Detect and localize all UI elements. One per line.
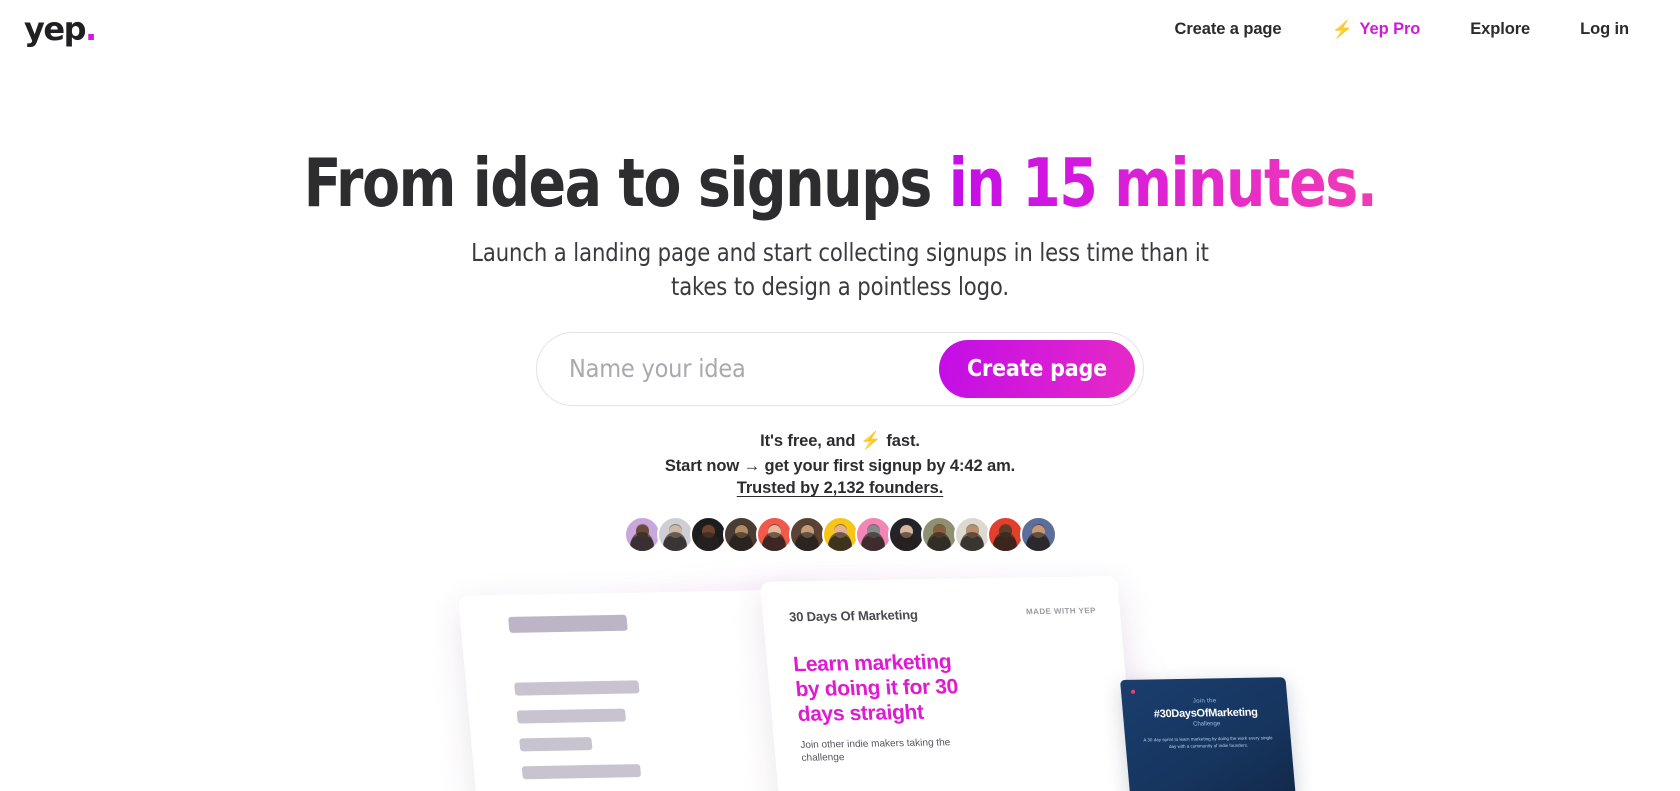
avatar-face	[1031, 525, 1045, 539]
hero-subheadline: Launch a landing page and start collecti…	[471, 238, 1209, 302]
create-page-form: Create page	[536, 331, 1144, 406]
challenge-card-mockup: Join the #30DaysOfMarketing Challenge A …	[1120, 677, 1296, 791]
avatar-founder-5	[755, 516, 793, 554]
avatar-face	[965, 525, 979, 539]
avatar-founder-12	[986, 516, 1024, 554]
skeleton-bar	[508, 614, 628, 633]
avatar-face	[701, 525, 715, 539]
avatar-body	[993, 535, 1017, 552]
avatar-body	[894, 535, 918, 552]
nav-yep-pro-label: Yep Pro	[1359, 19, 1421, 38]
nav-log-in[interactable]: Log in	[1555, 14, 1654, 45]
avatar-face	[734, 525, 748, 539]
lightning-bolt-icon: ⚡	[1331, 19, 1353, 39]
avatar-body	[729, 535, 753, 552]
site-header: yep. Create a page ⚡ Yep Pro Explore Log…	[0, 0, 1680, 58]
avatar-body	[1026, 535, 1050, 552]
avatar-face	[932, 525, 946, 539]
avatar-body	[696, 535, 720, 552]
avatar-founder-1	[623, 516, 661, 554]
avatar-body	[795, 535, 819, 552]
brand-logo-text: yep	[24, 10, 86, 48]
create-page-button[interactable]: Create page	[939, 339, 1135, 398]
skeleton-bar	[516, 708, 627, 724]
avatar-body	[630, 535, 654, 552]
headline-accent: in 15 minutes.	[948, 144, 1378, 222]
avatar-face	[998, 525, 1012, 539]
landing-page: yep. Create a page ⚡ Yep Pro Explore Log…	[0, 0, 1680, 791]
avatar-body	[828, 535, 852, 552]
avatar-founder-13	[1019, 516, 1057, 554]
idea-name-input[interactable]	[567, 342, 940, 395]
founder-avatar-row	[0, 516, 1680, 554]
skeleton-bar	[519, 737, 593, 752]
skeleton-bar	[514, 680, 640, 696]
mockup-subheadline: Join other indie makers taking the chall…	[799, 736, 951, 764]
avatar-face	[668, 525, 682, 539]
brand-logo[interactable]: yep.	[24, 10, 97, 48]
avatar-body	[861, 535, 885, 552]
trusted-by-founders-link[interactable]: Trusted by 2,132 founders.	[737, 479, 944, 497]
page-title: From idea to signups in 15 minutes.	[67, 58, 1613, 218]
avatar-face	[866, 525, 880, 539]
accent-dot-icon	[1130, 689, 1136, 694]
avatar-founder-11	[953, 516, 991, 554]
headline-plain: From idea to signups	[303, 144, 949, 222]
main-navigation: Create a page ⚡ Yep Pro Explore Log in	[1150, 14, 1654, 45]
challenge-body: A 30 day sprint to learn marketing by do…	[1143, 735, 1273, 749]
avatar-face	[833, 525, 847, 539]
avatar-founder-4	[722, 516, 760, 554]
avatar-founder-9	[887, 516, 925, 554]
avatar-body	[960, 535, 984, 552]
nav-create-a-page[interactable]: Create a page	[1150, 14, 1307, 45]
avatar-founder-10	[920, 516, 958, 554]
made-with-yep-badge: MADE WITH YEP	[1025, 606, 1097, 617]
brand-logo-dot: .	[84, 10, 97, 48]
avatar-face	[899, 525, 913, 539]
avatar-founder-7	[821, 516, 859, 554]
avatar-body	[663, 535, 687, 552]
trusted-by-wrapper: Trusted by 2,132 founders.	[0, 479, 1680, 498]
nav-yep-pro[interactable]: ⚡ Yep Pro	[1306, 14, 1445, 45]
avatar-founder-3	[689, 516, 727, 554]
avatar-founder-6	[788, 516, 826, 554]
avatar-face	[635, 525, 649, 539]
hero-section: From idea to signups in 15 minutes. Laun…	[0, 58, 1680, 554]
avatar-founder-2	[656, 516, 694, 554]
avatar-body	[762, 535, 786, 552]
challenge-title: #30DaysOfMarketing	[1153, 706, 1259, 721]
free-and-fast-line: It's free, and ⚡ fast.	[0, 428, 1680, 454]
start-now-line: Start now → get your first signup by 4:4…	[664, 457, 1016, 476]
free-suffix-text: fast.	[886, 431, 920, 450]
nav-explore[interactable]: Explore	[1445, 14, 1555, 45]
avatar-face	[800, 525, 814, 539]
challenge-kicker: Join the	[1192, 698, 1217, 705]
hero-microcopy: It's free, and ⚡ fast. Start now → get you…	[0, 428, 1680, 498]
lightning-bolt-icon: ⚡	[860, 430, 882, 450]
mockup-headline: Learn marketing by doing it for 30 days …	[792, 650, 959, 727]
avatar-body	[927, 535, 951, 552]
free-prefix-text: It's free, and	[760, 431, 856, 450]
marketing-page-mockup-card: 30 Days Of Marketing MADE WITH YEP Learn…	[760, 575, 1139, 791]
product-showcase: 30 Days Of Marketing MADE WITH YEP Learn…	[0, 560, 1680, 791]
challenge-subtitle: Challenge	[1192, 721, 1221, 728]
avatar-face	[767, 525, 781, 539]
avatar-founder-8	[854, 516, 892, 554]
skeleton-bar	[521, 764, 642, 780]
